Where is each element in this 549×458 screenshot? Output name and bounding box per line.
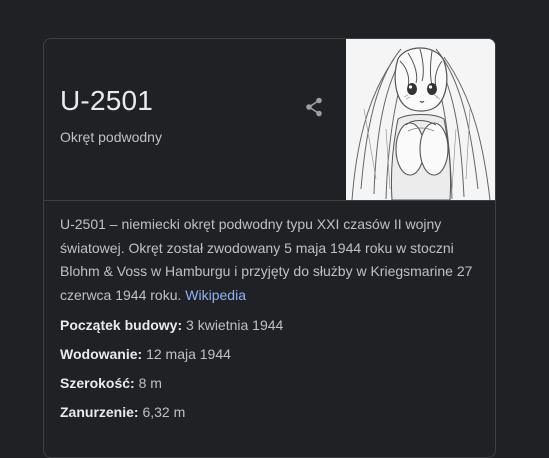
knowledge-panel: U-2501 Okręt podwodny U-2501 – niemiecki… <box>43 38 496 458</box>
fact-value: 6,32 m <box>142 404 186 420</box>
panel-header: U-2501 Okręt podwodny <box>44 39 495 201</box>
share-icon[interactable] <box>302 95 326 119</box>
fact-value: 3 kwietnia 1944 <box>186 317 284 333</box>
fact-value: 8 m <box>138 375 162 391</box>
fact-row: Szerokość: 8 m <box>60 375 162 391</box>
fact-row: Zanurzenie: 6,32 m <box>60 404 185 420</box>
fact-key: Początek budowy: <box>60 317 183 333</box>
description-text: U-2501 – niemiecki okręt podwodny typu X… <box>60 216 473 303</box>
wikipedia-link[interactable]: Wikipedia <box>185 287 246 303</box>
fact-value: 12 maja 1944 <box>146 346 231 362</box>
panel-subtitle: Okręt podwodny <box>60 129 162 145</box>
panel-image[interactable] <box>346 39 495 200</box>
fact-key[interactable]: Zanurzenie: <box>60 404 139 420</box>
fact-key[interactable]: Wodowanie: <box>60 346 142 362</box>
fact-row: Początek budowy: 3 kwietnia 1944 <box>60 317 283 333</box>
panel-title: U-2501 <box>60 85 154 116</box>
panel-description: U-2501 – niemiecki okręt podwodny typu X… <box>60 213 480 307</box>
fact-row: Wodowanie: 12 maja 1944 <box>60 346 231 362</box>
fact-key[interactable]: Szerokość: <box>60 375 135 391</box>
